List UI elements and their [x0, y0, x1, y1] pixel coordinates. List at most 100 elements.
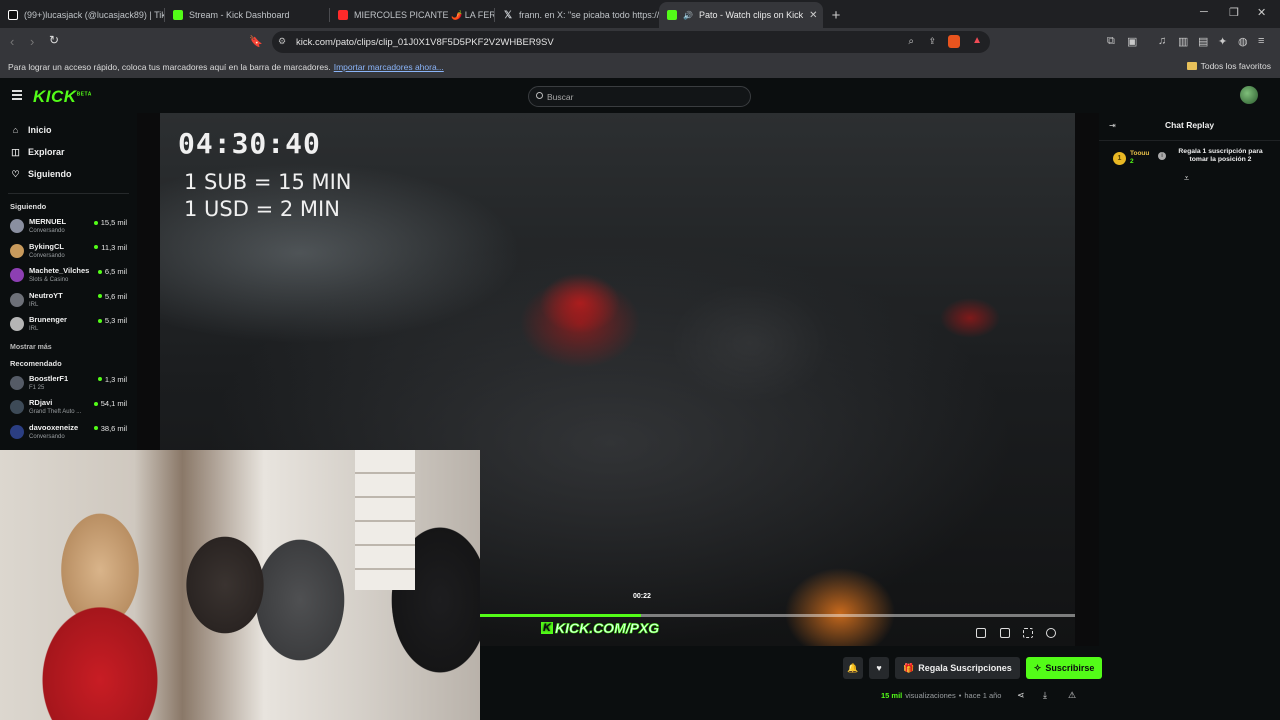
channel-name: Machete_Vilches [29, 266, 90, 275]
gift-subs-button[interactable]: 🎁 Regala Suscripciones [895, 657, 1020, 679]
sidebar-item-explorar[interactable]: ◫ Explorar [0, 141, 137, 163]
report-icon[interactable]: ⚠ [1068, 690, 1076, 701]
info-icon[interactable]: i [1158, 152, 1166, 160]
back-icon[interactable]: ‹ [10, 34, 14, 49]
reload-icon[interactable]: ↻ [49, 33, 59, 47]
import-bookmarks-link[interactable]: Importar marcadores ahora... [334, 62, 444, 72]
hamburger-menu-icon[interactable] [12, 90, 22, 102]
channel-name: RDjavi [29, 398, 53, 407]
sidebar-item-siguiendo[interactable]: ♡ Siguiendo [0, 163, 137, 185]
close-window-icon[interactable]: ✕ [1257, 6, 1266, 19]
menu-icon[interactable]: ≡ [1258, 35, 1264, 47]
live-dot-icon [94, 245, 99, 249]
avatar [10, 424, 24, 439]
subscribe-button[interactable]: ✧ Suscribirse [1025, 657, 1103, 679]
tab-search-icon[interactable]: ▤ [1198, 35, 1208, 48]
avatar [10, 317, 24, 331]
sidebar-channel-mernuel[interactable]: MERNUEL Conversando 15,5 mil [0, 217, 137, 242]
sidebar-channel-bykingcl[interactable]: BykingCL Conversando 11,3 mil [0, 242, 137, 267]
sidebar-channel-machete-vilches[interactable]: Machete_Vilches Slots & Casino 6,5 mil [0, 266, 137, 291]
show-more-link[interactable]: Mostrar más [0, 344, 137, 351]
clip-actions: 🔔 ♥ 🎁 Regala Suscripciones ✧ Suscribirse [843, 657, 1103, 679]
vpn-icon[interactable]: ◍ [1238, 35, 1248, 48]
avatar [10, 375, 24, 390]
share-icon[interactable]: ⋖ [1017, 690, 1025, 701]
user-avatar[interactable] [1240, 86, 1258, 104]
browser-tab-kick-dashboard[interactable]: Stream - Kick Dashboard [165, 2, 329, 28]
minimize-icon[interactable]: ─ [1200, 6, 1208, 18]
browser-tab-youtube[interactable]: MIERCOLES PICANTE 🌶️ LA FERR [330, 2, 494, 28]
browser-tab-kick-clips[interactable]: 🔊 Pato - Watch clips on Kick ✕ [659, 2, 823, 28]
channel-name: BykingCL [29, 241, 65, 251]
heart-icon: ♡ [11, 168, 20, 179]
sneaker-shelf [355, 450, 415, 590]
kick-favicon-icon [667, 10, 677, 20]
all-favorites-button[interactable]: Todos los favoritos [1186, 61, 1271, 71]
sidebar-item-label: Inicio [28, 125, 52, 135]
media-icon[interactable]: ♫ [1158, 35, 1166, 47]
progress-bar[interactable] [480, 614, 1075, 617]
tab-label: frann. en X: "se picaba todo https://t. [519, 10, 659, 20]
search-icon [536, 92, 543, 99]
share-icon[interactable]: ⇪ [928, 36, 936, 47]
following-heading: Siguiendo [10, 202, 47, 211]
channel-name: BoostlerF1 [29, 373, 69, 383]
sidebar-item-inicio[interactable]: ⌂ Inicio [0, 119, 137, 141]
channel-category: Conversando [29, 252, 65, 259]
download-icon[interactable]: ⤓ [1043, 690, 1047, 701]
viewer-count: 6,5 mil [104, 267, 127, 276]
sidebar-icon[interactable]: ▥ [1178, 35, 1188, 48]
live-dot-icon [97, 377, 102, 381]
viewer-count: 38,6 mil [100, 423, 127, 433]
extensions-icon[interactable]: ⧉ [1107, 35, 1115, 48]
search-input[interactable]: Buscar [528, 86, 751, 107]
gift-icon: 🎁 [903, 662, 915, 673]
channel-name: MERNUEL [29, 217, 67, 226]
fullscreen-icon[interactable] [1023, 628, 1033, 638]
bell-icon: 🔔 [847, 662, 859, 673]
new-tab-icon[interactable]: + [823, 2, 849, 28]
gifter-count: 2 [1130, 158, 1134, 165]
leo-ai-icon[interactable]: ✦ [1218, 35, 1227, 48]
kick-logo[interactable]: KICKBETA [33, 87, 92, 107]
sidebar-channel-boostlerf1[interactable]: BoostlerF1 F1 25 1,3 mil [0, 374, 137, 399]
sidebar-channel-rdjavi[interactable]: RDjavi Grand Theft Auto ... 54,1 mil [0, 398, 137, 423]
views-suffix: visualizaciones [905, 691, 956, 700]
top-gifter[interactable]: 1 Toouu 2 [1113, 150, 1149, 166]
theater-mode-icon[interactable] [1000, 628, 1010, 638]
sidebar-channel-brunenger[interactable]: Brunenger IRL 5,3 mil [0, 315, 137, 340]
viewer-count: 11,3 mil [101, 242, 127, 252]
browser-tab-x[interactable]: 𝕏 frann. en X: "se picaba todo https://t… [495, 2, 659, 28]
speaker-icon[interactable]: 🔊 [683, 11, 693, 20]
channel-category: F1 25 [29, 384, 45, 391]
follow-button[interactable]: ♥ [869, 657, 889, 679]
notifications-button[interactable]: 🔔 [843, 657, 863, 679]
address-bar[interactable]: ⚙ kick.com/pato/clips/clip_01J0X1V8F5D5P… [272, 31, 990, 53]
tab-label: Stream - Kick Dashboard [189, 10, 290, 20]
sidebar-channel-neutroyt[interactable]: NeutroYT IRL 5,6 mil [0, 291, 137, 316]
viewer-count: 1,3 mil [104, 374, 127, 384]
zoom-icon[interactable]: ⌕ [908, 36, 914, 47]
channel-category: IRL [29, 301, 39, 308]
watermark-text: KICK.COM/PXG [554, 620, 660, 637]
browser-tab-tiktok[interactable]: (99+)lucasjack (@lucasjack89) | TikTo [0, 2, 164, 28]
avatar [10, 268, 24, 282]
forward-icon[interactable]: › [30, 34, 34, 49]
miniplayer-icon[interactable] [976, 628, 986, 638]
maximize-icon[interactable]: ❐ [1229, 6, 1239, 19]
bookmark-icon[interactable]: 🔖 [249, 35, 263, 48]
brave-shield-icon[interactable] [948, 35, 960, 48]
wallet-icon[interactable]: ▣ [1127, 35, 1137, 48]
site-info-icon[interactable]: ⚙ [278, 36, 286, 47]
close-tab-icon[interactable]: ✕ [809, 10, 817, 21]
tab-label: (99+)lucasjack (@lucasjack89) | TikTo [24, 10, 164, 20]
expand-leaderboard-icon[interactable]: ⩡ [1184, 173, 1189, 184]
live-dot-icon [93, 401, 98, 406]
brave-rewards-icon[interactable]: ▲ [972, 35, 982, 46]
tab-label: Pato - Watch clips on Kick [698, 10, 804, 20]
browser-toolbar: ‹ › ↻ 🔖 ⚙ kick.com/pato/clips/clip_01J0X… [0, 28, 1280, 56]
clip-age: hace 1 año [964, 691, 1002, 700]
settings-icon[interactable] [1046, 628, 1056, 638]
webcam-overlay [0, 450, 480, 720]
sidebar-channel-davooxeneize[interactable]: davooxeneize Conversando 38,6 mil [0, 423, 137, 448]
